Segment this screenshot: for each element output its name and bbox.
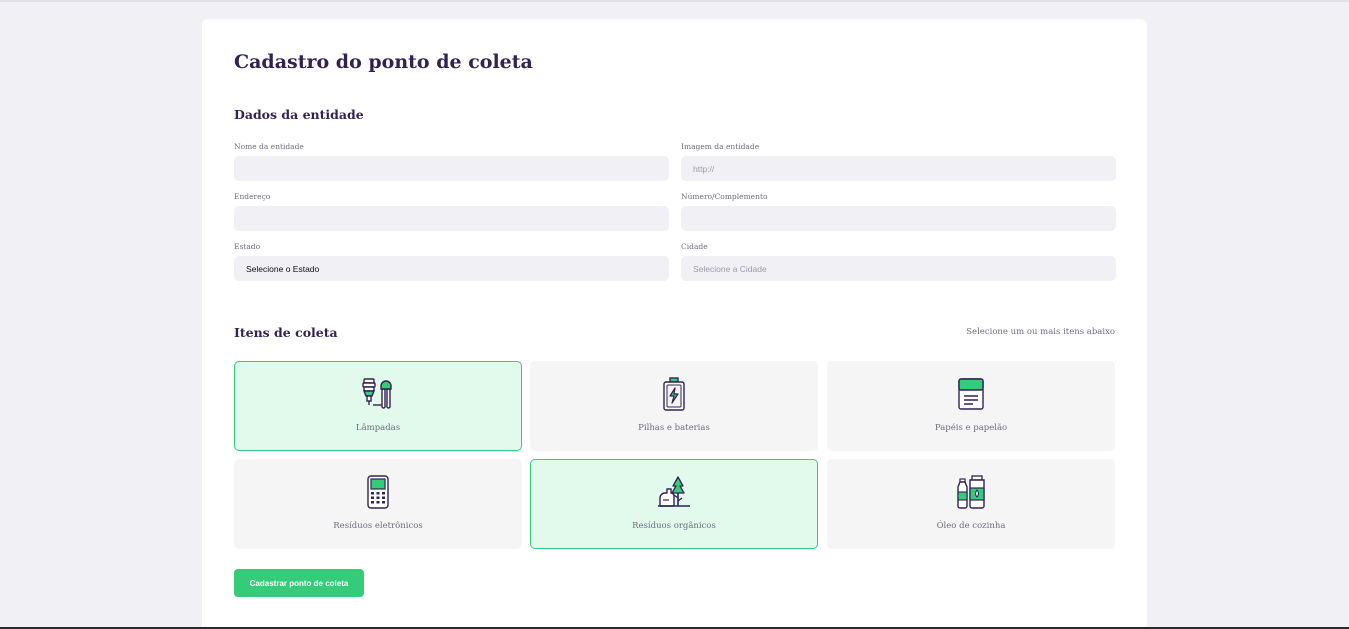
number-label: Número/Complemento bbox=[681, 192, 768, 201]
item-label: Lâmpadas bbox=[355, 423, 401, 433]
items-hint: Selecione um ou mais itens abaixo bbox=[966, 327, 1115, 337]
item-oleo-cozinha[interactable]: Óleo de cozinha bbox=[827, 459, 1115, 549]
image-label: Imagem da entidade bbox=[681, 142, 760, 151]
item-papeis-papelao[interactable]: Papéis e papelão bbox=[827, 361, 1115, 451]
submit-button[interactable]: Cadastrar ponto de coleta bbox=[234, 569, 364, 597]
number-input[interactable] bbox=[681, 206, 1116, 231]
item-label: Óleo de cozinha bbox=[936, 521, 1006, 531]
state-label: Estado bbox=[234, 242, 261, 251]
entity-section-title: Dados da entidade bbox=[234, 107, 364, 122]
registration-card: Cadastro do ponto de coleta Dados da ent… bbox=[202, 19, 1147, 629]
city-label: Cidade bbox=[681, 242, 708, 251]
cooking-oil-icon bbox=[957, 475, 985, 509]
address-label: Endereço bbox=[234, 192, 271, 201]
top-border bbox=[0, 0, 1349, 2]
item-residuos-organicos[interactable]: Resíduos orgânicos bbox=[530, 459, 818, 549]
name-label: Nome da entidade bbox=[234, 142, 304, 151]
entity-image-input[interactable]: http:// bbox=[681, 156, 1116, 181]
item-label: Resíduos orgânicos bbox=[632, 521, 716, 531]
battery-icon bbox=[663, 377, 685, 411]
page-title: Cadastro do ponto de coleta bbox=[234, 51, 533, 73]
city-select[interactable]: Selecione a Cidade bbox=[681, 256, 1116, 281]
item-label: Resíduos eletrônicos bbox=[333, 521, 423, 531]
item-label: Pilhas e baterias bbox=[638, 423, 710, 433]
items-section-title: Itens de coleta bbox=[234, 325, 338, 340]
organic-icon bbox=[658, 476, 690, 507]
electronics-icon bbox=[367, 475, 389, 509]
lamps-icon bbox=[362, 378, 392, 409]
item-pilhas-baterias[interactable]: Pilhas e baterias bbox=[530, 361, 818, 451]
address-input[interactable] bbox=[234, 206, 669, 231]
item-label: Papéis e papelão bbox=[934, 423, 1008, 433]
state-select[interactable]: Selecione o Estado bbox=[234, 256, 669, 281]
paper-icon bbox=[958, 378, 984, 410]
item-residuos-eletronicos[interactable]: Resíduos eletrônicos bbox=[234, 459, 522, 549]
entity-name-input[interactable] bbox=[234, 156, 669, 181]
item-lampadas[interactable]: Lâmpadas bbox=[234, 361, 522, 451]
